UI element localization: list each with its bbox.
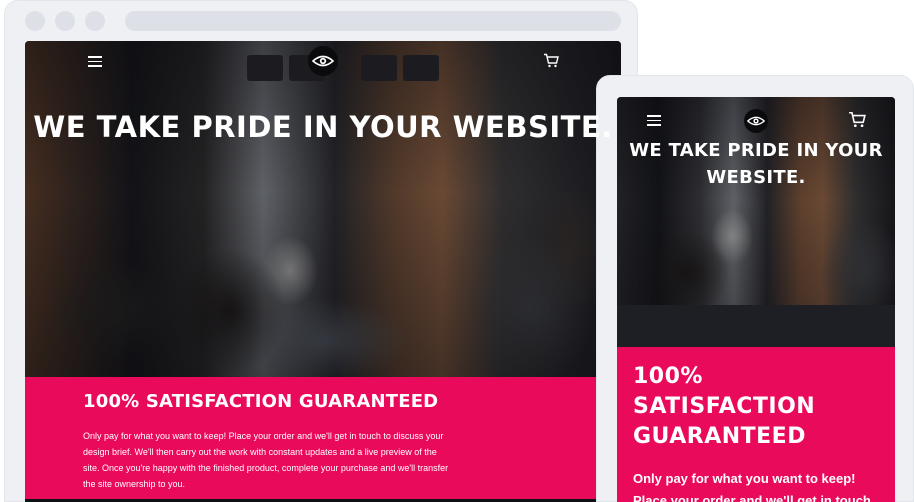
- section-title: 100% SATISFACTION GUARANTEED: [83, 391, 439, 412]
- ceiling-lamp: [361, 55, 397, 81]
- section-body: Only pay for what you want to keep! Plac…: [633, 471, 871, 502]
- section-body: Only pay for what you want to keep! Plac…: [83, 431, 449, 489]
- address-bar: [125, 11, 621, 31]
- ceiling-lamp: [247, 55, 283, 81]
- ceiling-lamp: [403, 55, 439, 81]
- desktop-browser-mockup: WE TAKE PRIDE IN YOUR WEBSITE. 100% SATI…: [4, 0, 638, 502]
- eye-logo-icon[interactable]: [308, 46, 338, 76]
- cart-icon[interactable]: [848, 111, 866, 133]
- hero-image: WE TAKE PRIDE IN YOUR WEBSITE.: [25, 41, 621, 377]
- window-dot-maximize: [85, 11, 105, 31]
- mobile-hero-image: WE TAKE PRIDE IN YOUR WEBSITE.: [617, 97, 895, 305]
- hero-title: WE TAKE PRIDE IN YOUR WEBSITE.: [629, 140, 883, 188]
- hero-title: WE TAKE PRIDE IN YOUR WEBSITE.: [33, 110, 613, 144]
- window-dot-close: [25, 11, 45, 31]
- window-dot-minimize: [55, 11, 75, 31]
- menu-icon[interactable]: [88, 56, 102, 67]
- mobile-screen: WE TAKE PRIDE IN YOUR WEBSITE. 100% SATI…: [617, 97, 895, 502]
- menu-icon[interactable]: [647, 115, 661, 126]
- section-title: 100% SATISFACTION GUARANTEED: [633, 364, 816, 449]
- cart-icon[interactable]: [543, 53, 559, 73]
- eye-logo-icon[interactable]: [744, 109, 768, 133]
- mobile-device-mockup: WE TAKE PRIDE IN YOUR WEBSITE. 100% SATI…: [596, 75, 914, 502]
- desktop-screen: WE TAKE PRIDE IN YOUR WEBSITE. 100% SATI…: [25, 41, 621, 502]
- satisfaction-section: 100% SATISFACTION GUARANTEED Only pay fo…: [617, 347, 895, 502]
- satisfaction-section: 100% SATISFACTION GUARANTEED Only pay fo…: [25, 377, 621, 499]
- dark-band: [617, 305, 895, 347]
